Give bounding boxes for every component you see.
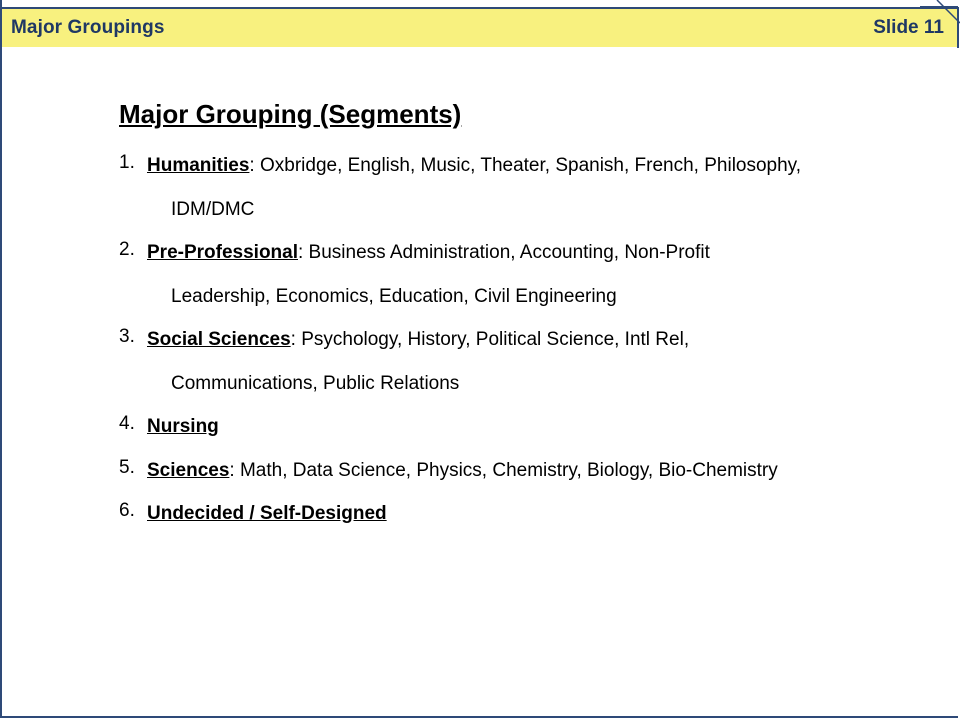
category-label: Undecided / Self-Designed: [147, 503, 387, 524]
list-item: 2. Pre-Professional: Business Administra…: [119, 239, 919, 326]
category-majors: : Psychology, History, Political Science…: [290, 329, 690, 350]
segment-list: 1. Humanities: Oxbridge, English, Music,…: [119, 152, 919, 544]
category-majors-continued: Communications, Public Relations: [171, 372, 460, 394]
category-label: Sciences: [147, 459, 230, 481]
header-title: Major Groupings: [11, 17, 165, 38]
item-number: 3.: [119, 326, 135, 347]
item-number: 1.: [119, 152, 135, 173]
list-item: 1. Humanities: Oxbridge, English, Music,…: [119, 152, 919, 239]
header-bar: Major Groupings Slide 11: [2, 7, 958, 47]
category-label: Pre-Professional: [147, 242, 298, 263]
category-majors-continued: Leadership, Economics, Education, Civil …: [171, 285, 617, 307]
folded-corner-icon: [920, 0, 960, 48]
category-majors: : Oxbridge, English, Music, Theater, Spa…: [249, 155, 802, 176]
category-majors-continued: IDM/DMC: [171, 198, 255, 220]
slide-heading: Major Grouping (Segments): [119, 99, 462, 129]
category-majors: : Math, Data Science, Physics, Chemistry…: [229, 459, 778, 481]
list-item: 3. Social Sciences: Psychology, History,…: [119, 326, 919, 413]
category-label: Nursing: [147, 416, 219, 437]
category-label: Social Sciences: [147, 329, 291, 350]
item-number: 2.: [119, 239, 135, 260]
category-label: Humanities: [147, 155, 250, 176]
list-item: 6. Undecided / Self-Designed: [119, 500, 919, 544]
category-majors: : Business Administration, Accounting, N…: [298, 242, 710, 263]
item-number: 6.: [119, 500, 135, 521]
item-number: 4.: [119, 413, 135, 434]
item-number: 5.: [119, 456, 135, 478]
list-item: 5. Sciences: Math, Data Science, Physics…: [119, 457, 919, 501]
list-item: 4. Nursing: [119, 413, 919, 457]
